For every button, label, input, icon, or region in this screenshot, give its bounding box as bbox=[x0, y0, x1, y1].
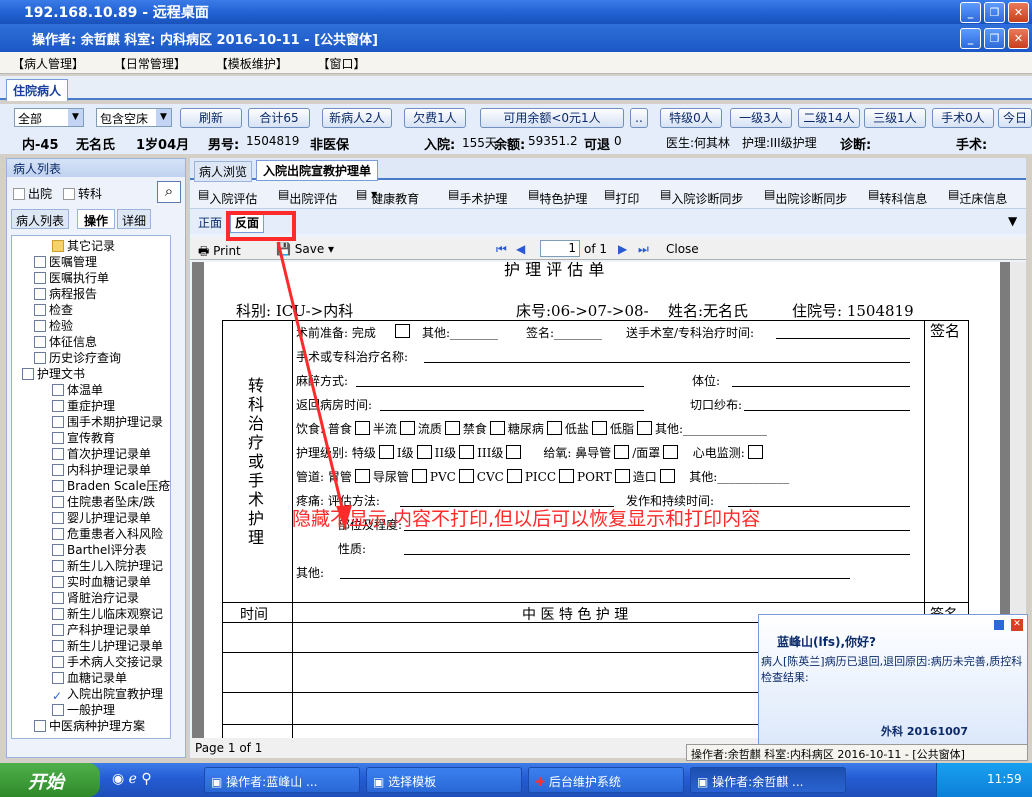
taskbar: 开始 ◉ ℯ ⚲ ▣ 操作者:蓝峰山 ... ▣ 选择模板 ✚ 后台维护系统 ▣… bbox=[0, 763, 1032, 797]
popup-message[interactable]: 病人[陈英兰]病历已退回,退回原因:病历未完善,质控科检查结果: bbox=[761, 653, 1027, 685]
popup-minimize-icon[interactable] bbox=[993, 619, 1005, 631]
task-operator-yuzheqi[interactable]: ▣ 操作者:余哲麒 ... bbox=[690, 767, 846, 793]
task-backend-maintenance[interactable]: ✚ 后台维护系统 bbox=[528, 767, 684, 793]
clock: 11:59 bbox=[987, 772, 1022, 786]
start-button[interactable]: 开始 bbox=[0, 763, 100, 797]
quicklaunch-icon[interactable]: ◉ ℯ ⚲ bbox=[112, 771, 152, 787]
system-tray: 11:59 bbox=[936, 763, 1032, 797]
notification-popup: ✕ 蓝峰山(lfs),你好? 病人[陈英兰]病历已退回,退回原因:病历未完善,质… bbox=[758, 614, 1028, 746]
task-select-template[interactable]: ▣ 选择模板 bbox=[366, 767, 522, 793]
annotation-text: 隐藏不显示,内容不打印,但以后可以恢复显示和打印内容 bbox=[292, 508, 761, 530]
popup-sender: 外科 20161007 bbox=[881, 725, 969, 738]
task-operator-lanfengshan[interactable]: ▣ 操作者:蓝峰山 ... bbox=[204, 767, 360, 793]
status-bar: 操作者:余哲麒 科室:内科病区 2016-10-11 - [公共窗体] bbox=[686, 744, 1028, 761]
popup-greeting: 蓝峰山(lfs),你好? bbox=[777, 635, 876, 649]
popup-close-icon[interactable]: ✕ bbox=[1011, 619, 1023, 631]
